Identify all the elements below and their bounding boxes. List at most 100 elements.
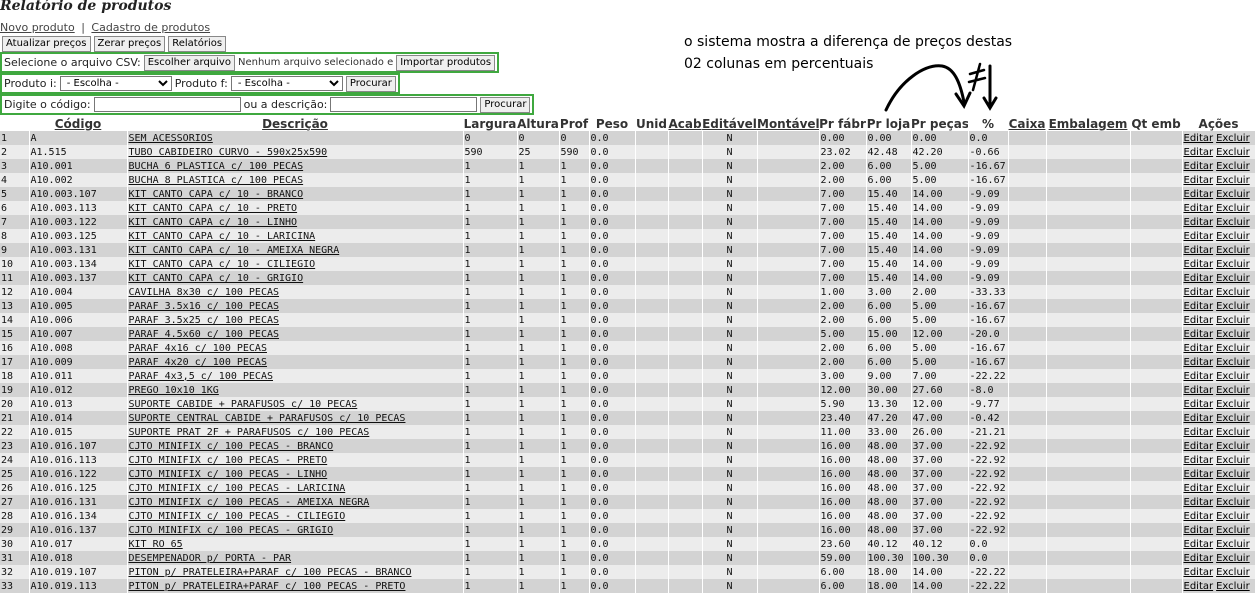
- edit-link[interactable]: Editar: [1184, 455, 1214, 466]
- delete-link[interactable]: Excluir: [1216, 301, 1250, 312]
- delete-link[interactable]: Excluir: [1216, 161, 1250, 172]
- delete-link[interactable]: Excluir: [1216, 427, 1250, 438]
- row-description[interactable]: TUBO CABIDEIRO CURVO - 590x25x590: [129, 147, 328, 158]
- description-input[interactable]: [330, 97, 478, 112]
- edit-link[interactable]: Editar: [1184, 427, 1214, 438]
- row-description[interactable]: CAVILHA 8x30 c/ 100 PECAS: [129, 287, 280, 298]
- row-description[interactable]: KIT CANTO CAPA c/ 10 - GRIGIO: [129, 273, 304, 284]
- delete-link[interactable]: Excluir: [1216, 511, 1250, 522]
- code-search-button[interactable]: Procurar: [480, 96, 531, 113]
- delete-link[interactable]: Excluir: [1216, 497, 1250, 508]
- row-description[interactable]: CJTO MINIFIX c/ 100 PECAS - LARICINA: [129, 483, 346, 494]
- choose-file-button[interactable]: Escolher arquivo: [143, 54, 235, 71]
- edit-link[interactable]: Editar: [1184, 161, 1214, 172]
- edit-link[interactable]: Editar: [1184, 581, 1214, 592]
- col-packaging[interactable]: Embalagem: [1046, 116, 1130, 131]
- edit-link[interactable]: Editar: [1184, 259, 1214, 270]
- delete-link[interactable]: Excluir: [1216, 343, 1250, 354]
- edit-link[interactable]: Editar: [1184, 511, 1214, 522]
- edit-link[interactable]: Editar: [1184, 371, 1214, 382]
- reports-button[interactable]: Relatórios: [168, 36, 227, 52]
- row-description[interactable]: KIT CANTO CAPA c/ 10 - LINHO: [129, 217, 298, 228]
- delete-link[interactable]: Excluir: [1216, 399, 1250, 410]
- delete-link[interactable]: Excluir: [1216, 539, 1250, 550]
- col-finish[interactable]: Acab: [668, 116, 702, 131]
- row-description[interactable]: PARAF 4x3,5 c/ 100 PECAS: [129, 371, 274, 382]
- delete-link[interactable]: Excluir: [1216, 231, 1250, 242]
- row-description[interactable]: SEM ACESSORIOS: [129, 133, 213, 144]
- delete-link[interactable]: Excluir: [1216, 203, 1250, 214]
- row-description[interactable]: SUPORTE CABIDE + PARAFUSOS c/ 10 PECAS: [129, 399, 358, 410]
- row-description[interactable]: PITON p/ PRATELEIRA+PARAF c/ 100 PECAS -…: [129, 567, 412, 578]
- row-description[interactable]: DESEMPENADOR p/ PORTA - PAR: [129, 553, 292, 564]
- row-description[interactable]: CJTO MINIFIX c/ 100 PECAS - GRIGIO: [129, 525, 334, 536]
- row-description[interactable]: PARAF 3.5x25 c/ 100 PECAS: [129, 315, 280, 326]
- edit-link[interactable]: Editar: [1184, 301, 1214, 312]
- edit-link[interactable]: Editar: [1184, 329, 1214, 340]
- product-f-select[interactable]: - Escolha -: [230, 76, 343, 91]
- row-description[interactable]: SUPORTE PRAT 2F + PARAFUSOS c/ 100 PECAS: [129, 427, 370, 438]
- row-description[interactable]: KIT CANTO CAPA c/ 10 - LARICINA: [129, 231, 316, 242]
- edit-link[interactable]: Editar: [1184, 525, 1214, 536]
- row-description[interactable]: KIT CANTO CAPA c/ 10 - PRETO: [129, 203, 298, 214]
- delete-link[interactable]: Excluir: [1216, 287, 1250, 298]
- col-code[interactable]: Código: [29, 116, 127, 131]
- reset-prices-button[interactable]: Zerar preços: [93, 36, 166, 52]
- delete-link[interactable]: Excluir: [1216, 553, 1250, 564]
- edit-link[interactable]: Editar: [1184, 567, 1214, 578]
- delete-link[interactable]: Excluir: [1216, 315, 1250, 326]
- edit-link[interactable]: Editar: [1184, 343, 1214, 354]
- row-description[interactable]: KIT CANTO CAPA c/ 10 - AMEIXA NEGRA: [129, 245, 340, 256]
- delete-link[interactable]: Excluir: [1216, 525, 1250, 536]
- delete-link[interactable]: Excluir: [1216, 217, 1250, 228]
- delete-link[interactable]: Excluir: [1216, 133, 1250, 144]
- row-description[interactable]: PARAF 4.5x60 c/ 100 PECAS: [129, 329, 280, 340]
- edit-link[interactable]: Editar: [1184, 217, 1214, 228]
- row-description[interactable]: KIT CANTO CAPA c/ 10 - BRANCO: [129, 189, 304, 200]
- import-products-button[interactable]: Importar produtos: [396, 54, 496, 71]
- delete-link[interactable]: Excluir: [1216, 469, 1250, 480]
- row-description[interactable]: PITON p/ PRATELEIRA+PARAF c/ 100 PECAS -…: [129, 581, 406, 592]
- delete-link[interactable]: Excluir: [1216, 189, 1250, 200]
- range-search-button[interactable]: Procurar: [345, 75, 396, 92]
- row-description[interactable]: CJTO MINIFIX c/ 100 PECAS - CILIEGIO: [129, 511, 346, 522]
- new-product-link[interactable]: Novo produto: [0, 21, 75, 34]
- code-input[interactable]: [93, 97, 241, 112]
- edit-link[interactable]: Editar: [1184, 385, 1214, 396]
- col-description[interactable]: Descrição: [127, 116, 463, 131]
- delete-link[interactable]: Excluir: [1216, 259, 1250, 270]
- delete-link[interactable]: Excluir: [1216, 329, 1250, 340]
- edit-link[interactable]: Editar: [1184, 315, 1214, 326]
- row-description[interactable]: CJTO MINIFIX c/ 100 PECAS - AMEIXA NEGRA: [129, 497, 370, 508]
- edit-link[interactable]: Editar: [1184, 203, 1214, 214]
- row-description[interactable]: PARAF 3.5x16 c/ 100 PECAS: [129, 301, 280, 312]
- update-prices-button[interactable]: Atualizar preços: [2, 36, 91, 52]
- edit-link[interactable]: Editar: [1184, 175, 1214, 186]
- edit-link[interactable]: Editar: [1184, 413, 1214, 424]
- row-description[interactable]: BUCHA 8 PLASTICA c/ 100 PECAS: [129, 175, 304, 186]
- delete-link[interactable]: Excluir: [1216, 175, 1250, 186]
- product-i-select[interactable]: - Escolha -: [59, 76, 172, 91]
- delete-link[interactable]: Excluir: [1216, 455, 1250, 466]
- delete-link[interactable]: Excluir: [1216, 441, 1250, 452]
- row-description[interactable]: PREGO 10x10 1KG: [129, 385, 219, 396]
- row-description[interactable]: BUCHA 6 PLASTICA c/ 100 PECAS: [129, 161, 304, 172]
- delete-link[interactable]: Excluir: [1216, 245, 1250, 256]
- edit-link[interactable]: Editar: [1184, 469, 1214, 480]
- delete-link[interactable]: Excluir: [1216, 147, 1250, 158]
- edit-link[interactable]: Editar: [1184, 231, 1214, 242]
- edit-link[interactable]: Editar: [1184, 189, 1214, 200]
- row-description[interactable]: CJTO MINIFIX c/ 100 PECAS - BRANCO: [129, 441, 334, 452]
- edit-link[interactable]: Editar: [1184, 553, 1214, 564]
- delete-link[interactable]: Excluir: [1216, 273, 1250, 284]
- edit-link[interactable]: Editar: [1184, 399, 1214, 410]
- row-description[interactable]: SUPORTE CENTRAL CABIDE + PARAFUSOS c/ 10…: [129, 413, 406, 424]
- edit-link[interactable]: Editar: [1184, 441, 1214, 452]
- delete-link[interactable]: Excluir: [1216, 567, 1250, 578]
- delete-link[interactable]: Excluir: [1216, 385, 1250, 396]
- edit-link[interactable]: Editar: [1184, 273, 1214, 284]
- product-register-link[interactable]: Cadastro de produtos: [91, 21, 210, 34]
- row-description[interactable]: KIT CANTO CAPA c/ 10 - CILIEGIO: [129, 259, 316, 270]
- edit-link[interactable]: Editar: [1184, 539, 1214, 550]
- col-box[interactable]: Caixa: [1008, 116, 1046, 131]
